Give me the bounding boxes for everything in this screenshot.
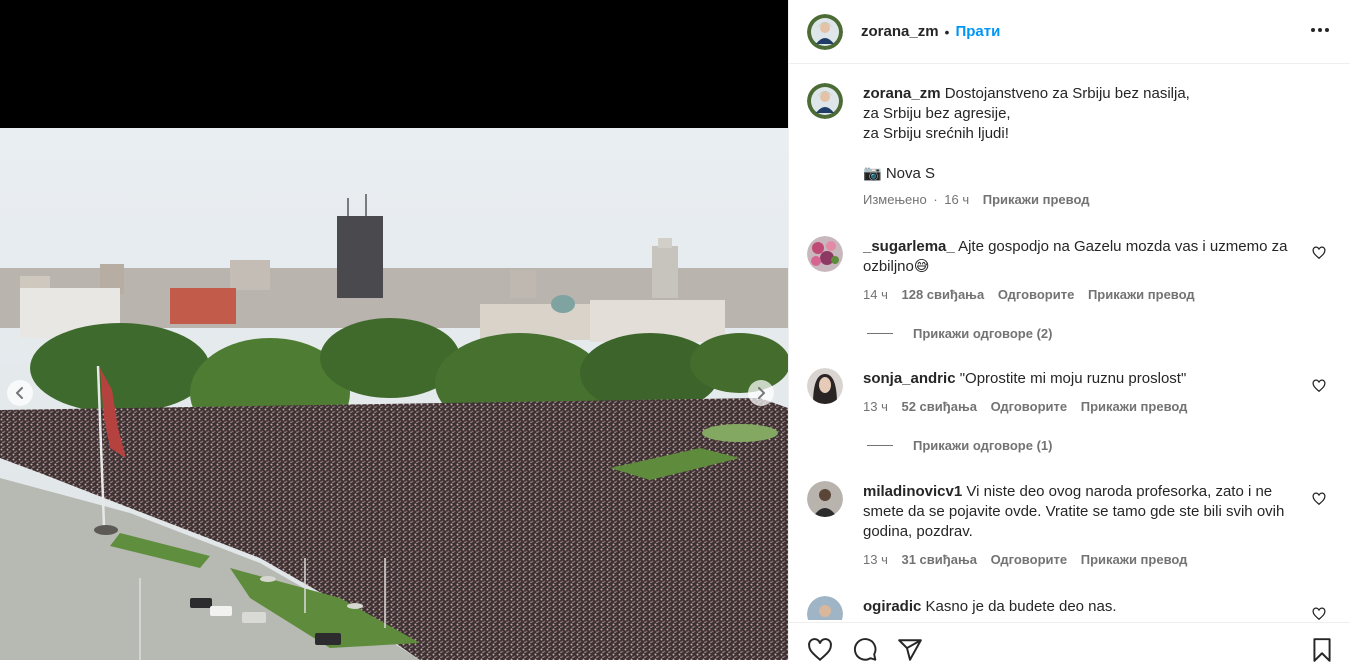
chevron-right-icon <box>758 387 765 399</box>
comment-likes[interactable]: 31 свиђања <box>901 552 976 567</box>
comment-username[interactable]: _sugarlema_ <box>863 238 955 255</box>
commenter-avatar[interactable] <box>807 481 843 517</box>
post-photo <box>0 128 788 660</box>
caption-time[interactable]: 16 ч <box>944 192 969 207</box>
header-separator: • <box>944 23 950 40</box>
post-header: zorana_zm • Прати <box>789 0 1350 64</box>
view-replies-label: Прикажи одговоре (2) <box>913 326 1053 341</box>
heart-icon[interactable] <box>807 637 833 663</box>
comment-meta: 13 ч 52 свиђања Одговорите Прикажи прево… <box>863 399 1197 414</box>
comment-time[interactable]: 13 ч <box>863 552 888 567</box>
comment-meta: 14 ч 128 свиђања Одговорите Прикажи прев… <box>863 287 1205 302</box>
carousel-prev-button[interactable] <box>7 380 33 406</box>
comment-time[interactable]: 13 ч <box>863 399 888 414</box>
post-media <box>0 0 788 660</box>
commenter-avatar[interactable] <box>807 236 843 272</box>
translate-link[interactable]: Прикажи превод <box>1081 552 1188 567</box>
comment-text: "Oprostite mi moju ruznu proslost" <box>959 370 1187 387</box>
reply-link[interactable]: Одговорите <box>998 287 1075 302</box>
caption-username[interactable]: zorana_zm <box>863 85 941 102</box>
translate-link[interactable]: Прикажи превод <box>1088 287 1195 302</box>
replies-divider <box>867 333 893 334</box>
bookmark-icon[interactable] <box>1309 637 1335 663</box>
edited-label: Измењено <box>863 192 927 207</box>
send-icon[interactable] <box>897 637 923 663</box>
comment-like-heart-icon[interactable] <box>1312 492 1326 506</box>
comment-likes[interactable]: 52 свиђања <box>901 399 976 414</box>
comment-like-heart-icon[interactable] <box>1312 246 1326 260</box>
caption-avatar[interactable] <box>807 83 843 119</box>
meta-separator: · <box>933 192 938 207</box>
comment-likes[interactable]: 128 свиђања <box>901 287 984 302</box>
comment-username[interactable]: ogiradic <box>863 598 921 615</box>
reply-link[interactable]: Одговорите <box>991 399 1068 414</box>
carousel-next-button[interactable] <box>748 380 774 406</box>
comment-username[interactable]: miladinovicv1 <box>863 483 962 500</box>
commenter-avatar[interactable] <box>807 596 843 620</box>
photo-credit: 📷 Nova S <box>863 165 936 182</box>
comment-text: Kasno je da budete deo nas. <box>925 598 1117 615</box>
more-horizontal-icon[interactable] <box>1309 20 1331 40</box>
comment-time[interactable]: 14 ч <box>863 287 888 302</box>
action-bar <box>789 622 1350 663</box>
replies-divider <box>867 445 893 446</box>
instagram-post: zorana_zm • Прати zorana_zm Dostojanstve… <box>0 0 1350 663</box>
comment-like-heart-icon[interactable] <box>1312 379 1326 393</box>
view-replies-label: Прикажи одговоре (1) <box>913 438 1053 453</box>
comment-meta: 13 ч 31 свиђања Одговорите Прикажи прево… <box>863 552 1197 567</box>
view-replies-button[interactable]: Прикажи одговоре (2) <box>867 326 1052 341</box>
author-avatar[interactable] <box>807 13 843 50</box>
comment-like-heart-icon[interactable] <box>1312 607 1326 620</box>
caption-meta: Измењено · 16 ч Прикажи превод <box>863 192 1099 207</box>
reply-link[interactable]: Одговорите <box>991 552 1068 567</box>
chevron-left-icon <box>16 387 23 399</box>
translate-link[interactable]: Прикажи превод <box>1081 399 1188 414</box>
view-replies-button[interactable]: Прикажи одговоре (1) <box>867 438 1052 453</box>
commenter-avatar[interactable] <box>807 368 843 404</box>
follow-button[interactable]: Прати <box>955 23 1000 40</box>
comment-username[interactable]: sonja_andric <box>863 370 956 387</box>
comment-icon[interactable] <box>852 637 878 663</box>
caption-translate-link[interactable]: Прикажи превод <box>983 192 1090 207</box>
comments-list[interactable]: zorana_zm Dostojanstveno za Srbiju bez n… <box>789 65 1350 620</box>
author-username[interactable]: zorana_zm <box>861 23 939 40</box>
post-sidebar: zorana_zm • Прати zorana_zm Dostojanstve… <box>788 0 1350 663</box>
